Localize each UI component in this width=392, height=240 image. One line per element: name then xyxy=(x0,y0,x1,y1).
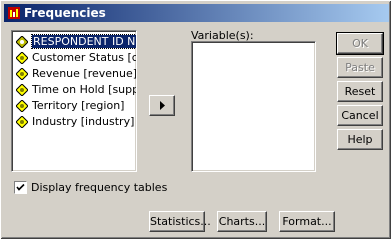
list-item-label: RESPONDENT ID NU xyxy=(30,34,136,49)
right-arrow-icon xyxy=(160,101,165,110)
cancel-button[interactable]: Cancel xyxy=(337,105,383,126)
ok-button[interactable]: OK xyxy=(336,32,384,55)
list-item-label: Revenue [revenue] xyxy=(32,67,137,80)
list-item-industry[interactable]: Industry [industry] xyxy=(14,114,134,130)
title-bar[interactable]: Frequencies xyxy=(4,4,389,22)
paste-button[interactable]: Paste xyxy=(337,57,383,78)
scale-variable-icon xyxy=(16,100,28,112)
list-item-customer-status[interactable]: Customer Status [custo xyxy=(14,50,136,66)
list-item-label: Industry [industry] xyxy=(32,115,135,128)
list-item-label: Time on Hold [support] xyxy=(32,83,136,96)
list-item-revenue[interactable]: Revenue [revenue] xyxy=(14,66,137,82)
scale-variable-icon xyxy=(16,68,28,80)
scale-variable-icon xyxy=(16,36,28,48)
charts-button[interactable]: Charts... xyxy=(217,211,267,232)
list-item-territory[interactable]: Territory [region] xyxy=(14,98,134,114)
scale-variable-icon xyxy=(16,84,28,96)
source-variable-list[interactable]: RESPONDENT ID NU Customer Status [custo … xyxy=(11,30,137,172)
move-variable-button[interactable] xyxy=(149,95,175,116)
dialog-title: Frequencies xyxy=(24,6,106,20)
checkmark-icon xyxy=(16,183,25,191)
scale-variable-icon xyxy=(16,116,28,128)
list-item-time-on-hold[interactable]: Time on Hold [support] xyxy=(14,82,136,98)
display-frequency-tables-checkbox[interactable] xyxy=(14,181,27,194)
reset-button[interactable]: Reset xyxy=(337,81,383,102)
format-button[interactable]: Format... xyxy=(279,211,335,232)
list-item-label: Customer Status [custo xyxy=(32,51,136,64)
list-item-label: Territory [region] xyxy=(32,99,125,112)
display-frequency-tables-label[interactable]: Display frequency tables xyxy=(31,181,167,194)
target-variable-list[interactable] xyxy=(191,41,316,172)
help-button[interactable]: Help xyxy=(337,129,383,150)
statistics-button[interactable]: Statistics... xyxy=(149,211,211,232)
scale-variable-icon xyxy=(16,52,28,64)
list-item-respondent-id[interactable]: RESPONDENT ID NU xyxy=(14,34,136,50)
spss-app-icon xyxy=(8,7,20,19)
frequencies-dialog: Frequencies RESPONDENT ID NU Customer St… xyxy=(0,0,392,240)
